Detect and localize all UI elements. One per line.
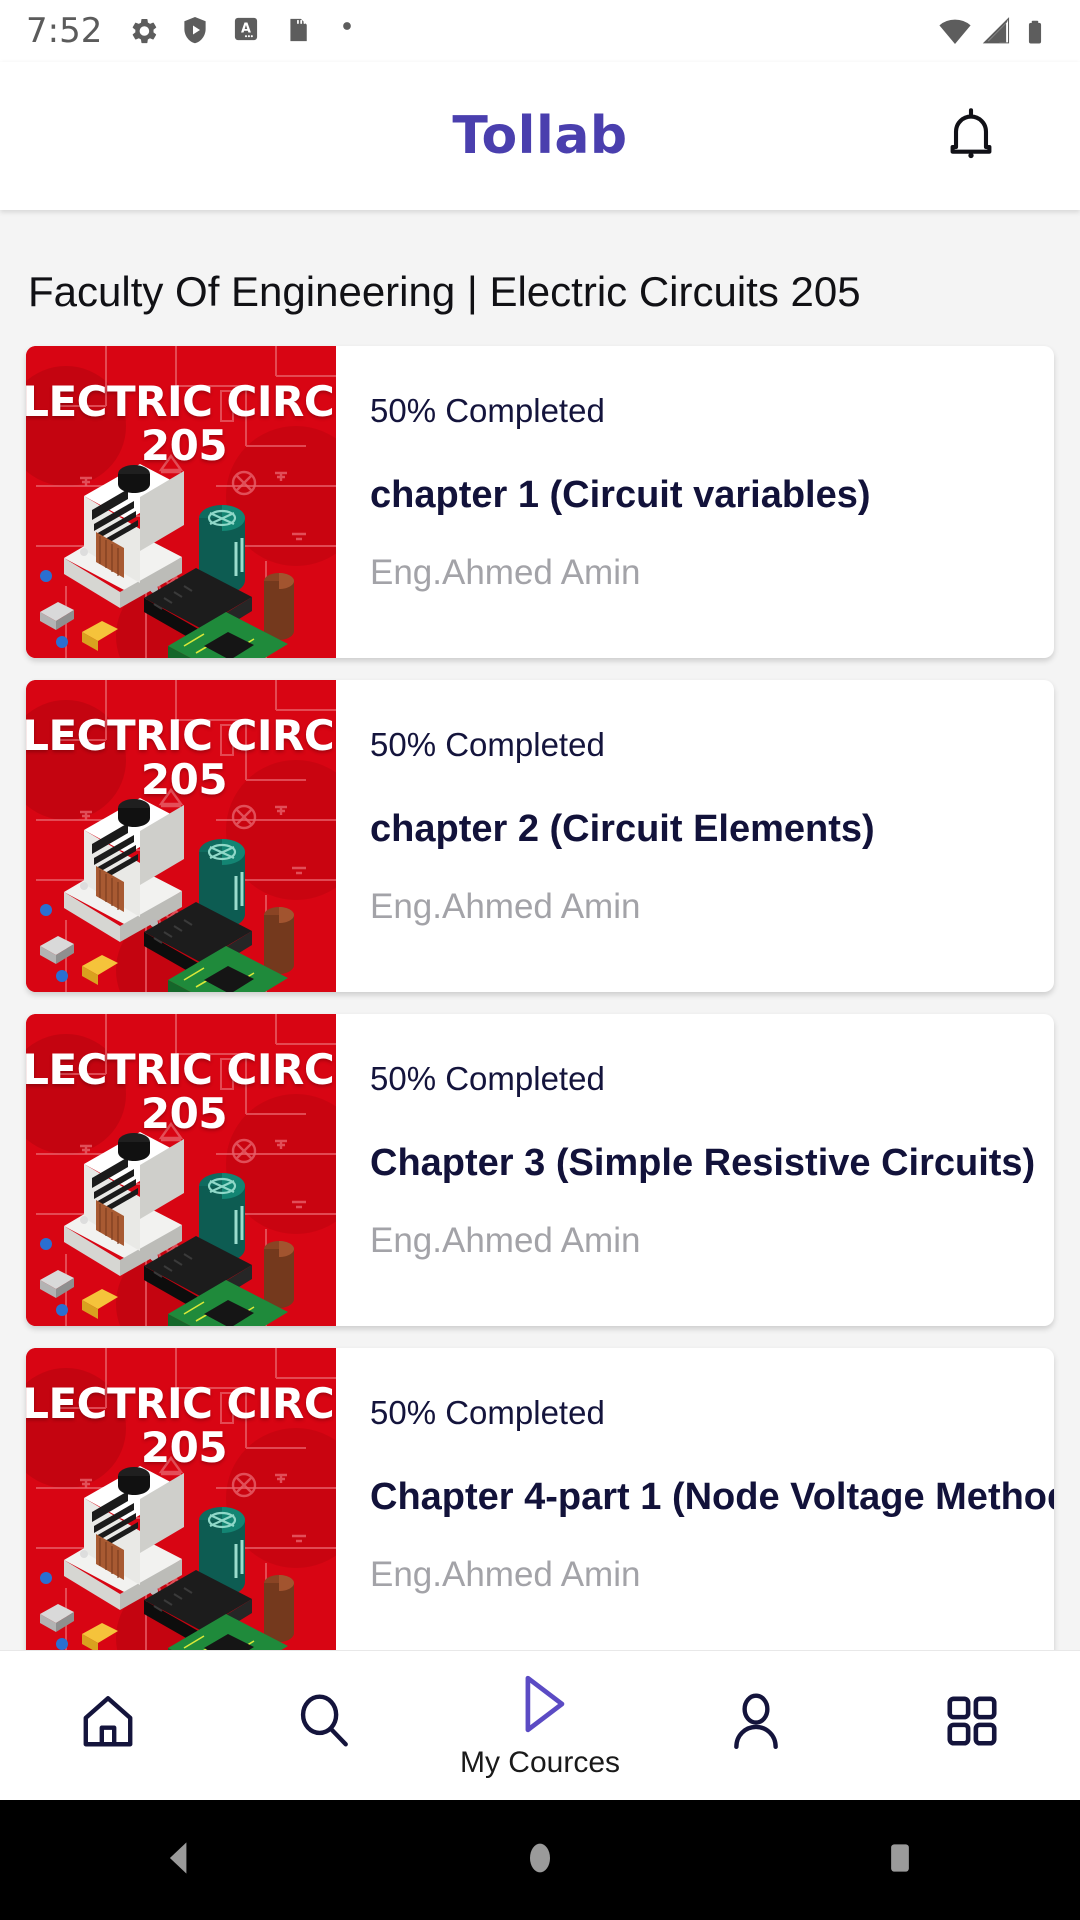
nav-item-grid[interactable]	[864, 1651, 1080, 1801]
course-thumbnail: ELECTRIC CIRCUITS 205	[26, 680, 336, 992]
status-left-icons: A	[128, 15, 368, 47]
android-system-nav	[0, 1800, 1080, 1920]
nav-item-my-courses[interactable]: My Cources	[432, 1651, 648, 1801]
cellular-signal-icon	[980, 15, 1012, 47]
status-right-icons	[938, 15, 1054, 47]
chapter-title: Chapter 4-part 1 (Node Voltage Method)	[370, 1476, 1054, 1518]
nav-item-home[interactable]	[0, 1651, 216, 1801]
progress-label: 50% Completed	[370, 726, 605, 763]
grid-icon	[943, 1692, 1001, 1755]
course-thumbnail: ELECTRIC CIRCUITS 205	[26, 1348, 336, 1650]
course-thumbnail: ELECTRIC CIRCUITS 205	[26, 346, 336, 658]
person-icon	[725, 1690, 787, 1757]
course-card[interactable]: ELECTRIC CIRCUITS 205 50% Completed Chap…	[26, 1014, 1054, 1326]
instructor-name: Eng.Ahmed Amin	[370, 1221, 641, 1260]
svg-text:A: A	[241, 22, 251, 37]
chapter-title: chapter 2 (Circuit Elements)	[370, 808, 875, 850]
course-card-body: 50% Completed chapter 1 (Circuit variabl…	[336, 346, 1054, 658]
chapter-title: Chapter 3 (Simple Resistive Circuits)	[370, 1142, 1036, 1184]
bottom-navigation-bar: My Cources	[0, 1650, 1080, 1800]
circuit-illustration	[26, 346, 336, 658]
home-circle-icon	[520, 1836, 560, 1885]
course-card-body: 50% Completed chapter 2 (Circuit Element…	[336, 680, 1054, 992]
nav-label-my-courses: My Cources	[459, 1746, 621, 1779]
main-content: Faculty Of Engineering | Electric Circui…	[0, 210, 1080, 1650]
course-list: ELECTRIC CIRCUITS 205 50% Completed chap…	[0, 346, 1080, 1650]
page-title: Faculty Of Engineering | Electric Circui…	[28, 268, 861, 315]
instructor-name: Eng.Ahmed Amin	[370, 887, 641, 926]
course-card[interactable]: ELECTRIC CIRCUITS 205 50% Completed Chap…	[26, 1348, 1054, 1650]
course-thumbnail: ELECTRIC CIRCUITS 205	[26, 1014, 336, 1326]
android-back-button[interactable]	[0, 1836, 360, 1885]
android-home-button[interactable]	[360, 1836, 720, 1885]
circuit-illustration	[26, 1348, 336, 1650]
battery-icon	[1022, 15, 1054, 47]
course-card-body: 50% Completed Chapter 4-part 1 (Node Vol…	[336, 1348, 1054, 1650]
status-bar: 7:52 A	[0, 0, 1080, 62]
sd-card-icon	[284, 15, 316, 47]
progress-label: 50% Completed	[370, 392, 605, 429]
status-time: 7:52	[26, 11, 103, 51]
recents-square-icon	[881, 1836, 919, 1885]
course-card[interactable]: ELECTRIC CIRCUITS 205 50% Completed chap…	[26, 680, 1054, 992]
circuit-illustration	[26, 1014, 336, 1326]
course-card[interactable]: ELECTRIC CIRCUITS 205 50% Completed chap…	[26, 346, 1054, 658]
a-box-icon: A	[232, 15, 264, 47]
course-card-body: 50% Completed Chapter 3 (Simple Resistiv…	[336, 1014, 1054, 1326]
dot-icon	[336, 15, 368, 47]
bell-icon	[942, 105, 1000, 168]
play-triangle-icon	[507, 1671, 573, 1742]
notification-bell-button[interactable]	[940, 105, 1002, 167]
wifi-icon	[938, 15, 971, 47]
app-bar: Tollab	[0, 62, 1080, 210]
shield-play-icon	[180, 15, 212, 47]
app-title: Tollab	[452, 106, 628, 166]
gear-icon	[128, 15, 160, 47]
instructor-name: Eng.Ahmed Amin	[370, 553, 641, 592]
android-recents-button[interactable]	[720, 1836, 1080, 1885]
nav-item-search[interactable]	[216, 1651, 432, 1801]
home-icon	[77, 1690, 139, 1757]
instructor-name: Eng.Ahmed Amin	[370, 1555, 641, 1594]
nav-item-profile[interactable]	[648, 1651, 864, 1801]
circuit-illustration	[26, 680, 336, 992]
search-icon	[293, 1690, 355, 1757]
back-triangle-icon	[158, 1836, 202, 1885]
progress-label: 50% Completed	[370, 1394, 605, 1431]
chapter-title: chapter 1 (Circuit variables)	[370, 474, 871, 516]
progress-label: 50% Completed	[370, 1060, 605, 1097]
phone-screen: 7:52 A Tollab Faculty Of Engineering | E…	[0, 0, 1080, 1920]
